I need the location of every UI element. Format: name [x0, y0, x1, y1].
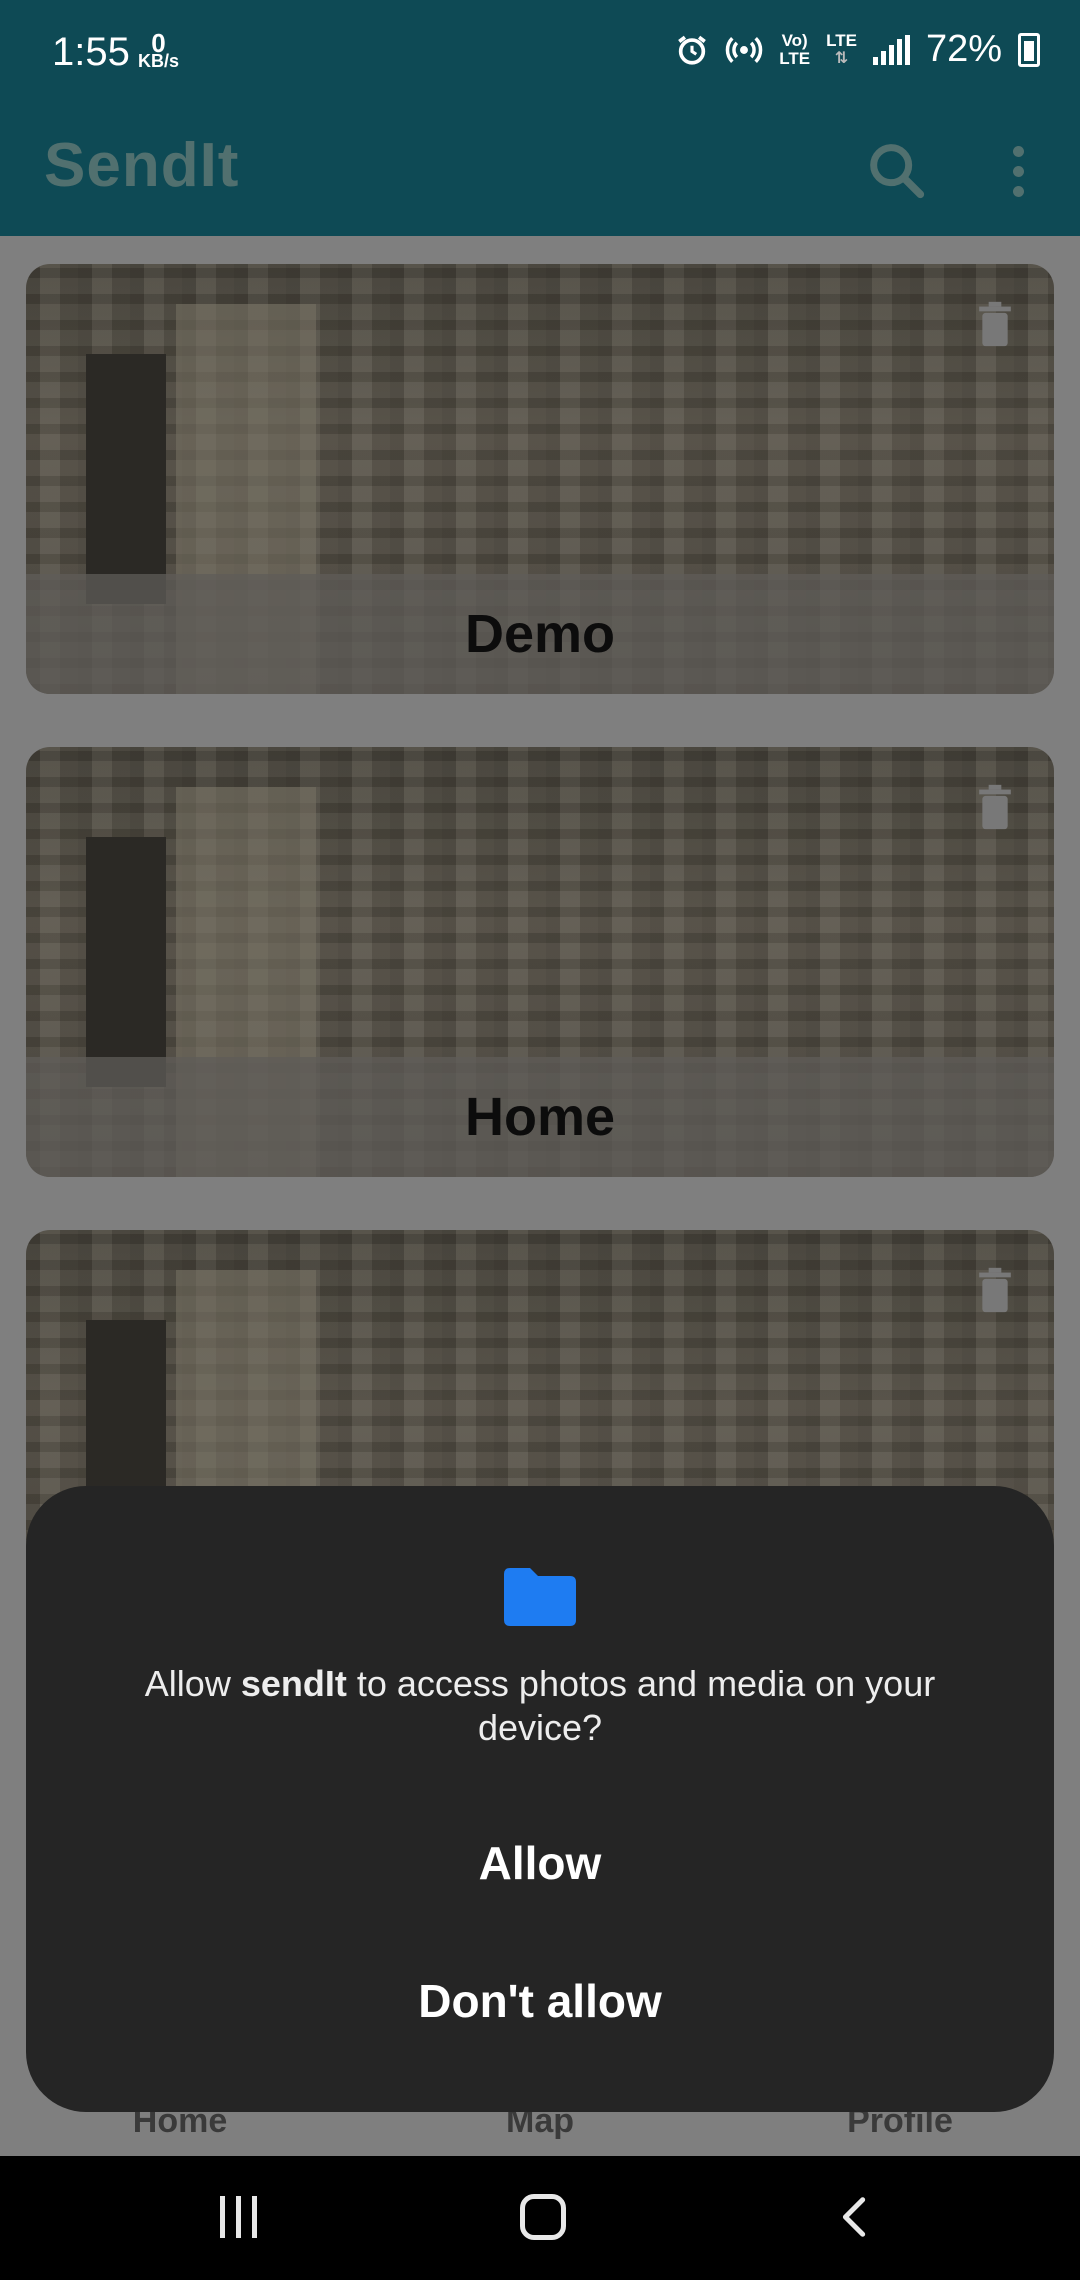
lte-indicator: LTE ⇅ [826, 30, 857, 68]
home-icon[interactable] [520, 2194, 566, 2240]
trash-icon[interactable] [976, 783, 1014, 831]
network-speed-value: 0 [151, 28, 166, 58]
app-name: sendIt [240, 1663, 347, 1704]
card-label-bar: Home [26, 1057, 1054, 1177]
network-speed: 0 KB/s [138, 28, 180, 71]
permission-dialog: Allow sendIt to access photos and media … [26, 1486, 1054, 2112]
message-prefix: Allow [144, 1663, 241, 1704]
search-icon[interactable] [862, 136, 932, 206]
volte-indicator: Vo) LTE [779, 30, 811, 68]
location-card[interactable]: Demo [26, 264, 1054, 694]
status-time: 1:55 [52, 30, 130, 74]
message-suffix: to access photos and media on your devic… [346, 1663, 936, 1748]
status-bar: 1:55 0 KB/s Vo) LTE LTE ⇅ 72% [0, 0, 1080, 110]
location-card[interactable]: Home [26, 747, 1054, 1177]
network-speed-unit: KB/s [138, 51, 180, 71]
location-name: Demo [464, 604, 616, 664]
data-arrows-icon: ⇅ [834, 49, 849, 67]
system-nav-bar [0, 2156, 1080, 2280]
battery-charging-icon [1018, 32, 1040, 67]
folder-icon [504, 1568, 576, 1626]
more-vert-icon[interactable] [1000, 136, 1036, 206]
battery-percent: 72% [925, 28, 1002, 70]
app-title: SendIt [44, 131, 240, 200]
permission-message: Allow sendIt to access photos and media … [106, 1662, 974, 1750]
signal-icon [872, 34, 910, 65]
back-icon[interactable] [832, 2194, 878, 2240]
location-name: Home [464, 1087, 616, 1147]
allow-button[interactable]: Allow [26, 1836, 1054, 1890]
hotspot-icon [725, 36, 763, 63]
volte-bottom: LTE [779, 48, 811, 68]
alarm-icon [678, 35, 707, 65]
dont-allow-button[interactable]: Don't allow [26, 1974, 1054, 2028]
lte-label: LTE [826, 30, 857, 50]
app-bar: SendIt [0, 110, 1080, 236]
trash-icon[interactable] [976, 1266, 1014, 1314]
card-label-bar: Demo [26, 574, 1054, 694]
recents-icon[interactable] [220, 2196, 257, 2238]
volte-top: Vo) [781, 30, 808, 50]
trash-icon[interactable] [976, 300, 1014, 348]
status-icons: Vo) LTE LTE ⇅ 72% [675, 28, 1040, 71]
